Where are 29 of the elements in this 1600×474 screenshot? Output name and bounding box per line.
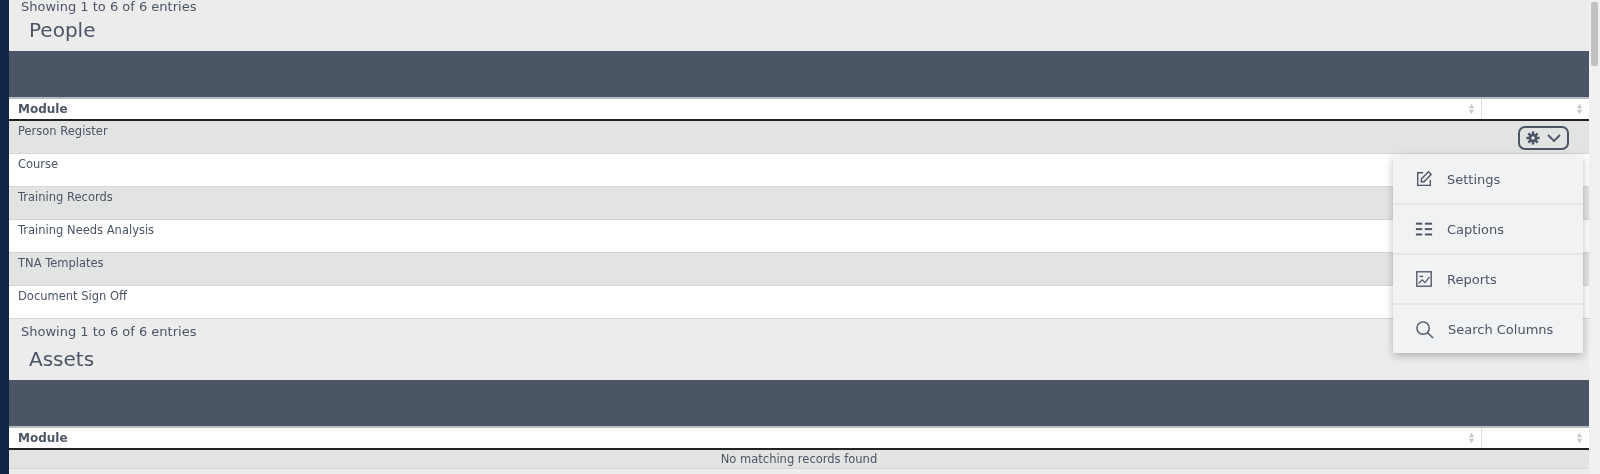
section-title: Assets — [29, 347, 95, 371]
table-cell: Course — [18, 157, 59, 171]
empty-message: No matching records found — [720, 452, 878, 466]
sort-icon[interactable] — [1576, 103, 1583, 115]
caret-icon — [1546, 134, 1561, 142]
table-cell: TNA Templates — [18, 256, 104, 270]
section-title: People — [29, 18, 96, 42]
sort-icon[interactable] — [1468, 103, 1475, 115]
list-icon — [1415, 220, 1433, 238]
sort-icon[interactable] — [1468, 432, 1475, 444]
column-label: Module — [18, 102, 68, 116]
table-cell: Person Register — [18, 124, 108, 138]
table-cell: Training Records — [18, 190, 113, 204]
search-icon — [1415, 319, 1434, 339]
table-cell: Document Sign Off — [18, 289, 127, 303]
table-cell: Training Needs Analysis — [18, 223, 155, 237]
sort-icon[interactable] — [1576, 432, 1583, 444]
column-label: Module — [18, 431, 68, 445]
gear-icon — [1525, 131, 1540, 145]
scrollbar[interactable] — [1589, 0, 1600, 474]
edit-icon — [1415, 170, 1433, 188]
table-info: Showing 1 to 6 of 6 entries — [21, 0, 197, 14]
menu-item[interactable]: Search Columns — [1393, 305, 1583, 353]
column-header[interactable]: Module — [9, 428, 1481, 448]
table-info: Showing 1 to 6 of 6 entries — [21, 324, 197, 339]
actions-button[interactable] — [1517, 126, 1569, 150]
chart-icon — [1415, 270, 1433, 288]
scrollbar-thumb[interactable] — [1591, 2, 1598, 66]
column-header[interactable]: Module — [9, 99, 1481, 119]
